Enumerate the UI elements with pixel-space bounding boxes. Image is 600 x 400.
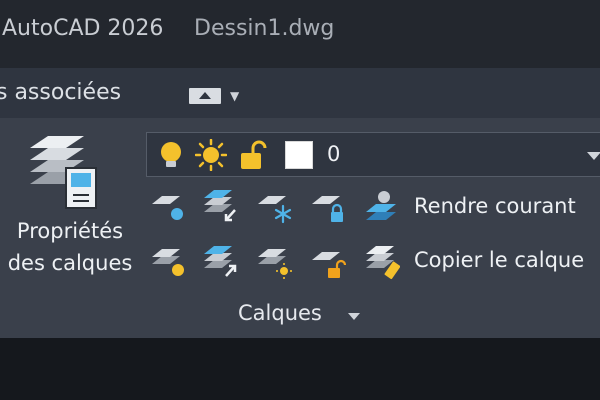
bulb-on-icon[interactable] bbox=[155, 139, 187, 171]
make-current-button[interactable]: Rendre courant bbox=[414, 194, 576, 218]
panel-expand-icon[interactable] bbox=[348, 313, 360, 320]
minimize-ribbon-button[interactable] bbox=[189, 88, 221, 104]
unlock-icon[interactable] bbox=[237, 139, 269, 171]
layer-off-icon[interactable] bbox=[150, 190, 186, 224]
layer-unisolate-icon[interactable] bbox=[202, 246, 238, 280]
layer-thaw-icon[interactable] bbox=[256, 246, 292, 280]
copy-layer-button[interactable]: Copier le calque bbox=[414, 248, 584, 272]
app-title: AutoCAD 2026 bbox=[2, 16, 164, 41]
sun-thaw-icon[interactable] bbox=[194, 138, 228, 172]
layer-properties-label-1: Propriétés bbox=[16, 219, 124, 243]
layer-color-swatch bbox=[285, 141, 313, 169]
layer-properties-label-2: des calques bbox=[7, 251, 133, 275]
document-title: Dessin1.dwg bbox=[194, 16, 335, 41]
layers-panel-title[interactable]: Calques bbox=[238, 301, 322, 325]
make-current-icon[interactable] bbox=[364, 190, 400, 224]
layer-properties-button[interactable]: Propriétés des calques bbox=[0, 215, 140, 279]
dropdown-arrow-icon[interactable] bbox=[587, 152, 600, 160]
layer-freeze-icon[interactable] bbox=[256, 190, 292, 224]
current-layer-name: 0 bbox=[327, 142, 341, 166]
drawing-area-edge bbox=[0, 338, 600, 400]
layer-unlock-icon[interactable] bbox=[310, 246, 346, 280]
layer-on-icon[interactable] bbox=[150, 246, 186, 280]
copy-layer-icon[interactable] bbox=[364, 246, 400, 280]
layer-isolate-icon[interactable] bbox=[202, 190, 238, 224]
layer-lock-icon[interactable] bbox=[310, 190, 346, 224]
layer-dropdown[interactable]: 0 bbox=[146, 132, 600, 177]
title-bar: AutoCAD 2026 Dessin1.dwg bbox=[0, 0, 600, 68]
chevron-down-icon[interactable]: ▼ bbox=[230, 89, 239, 103]
layer-properties-icon[interactable] bbox=[24, 132, 104, 212]
ribbon-tab-label[interactable]: s associées bbox=[0, 80, 121, 105]
